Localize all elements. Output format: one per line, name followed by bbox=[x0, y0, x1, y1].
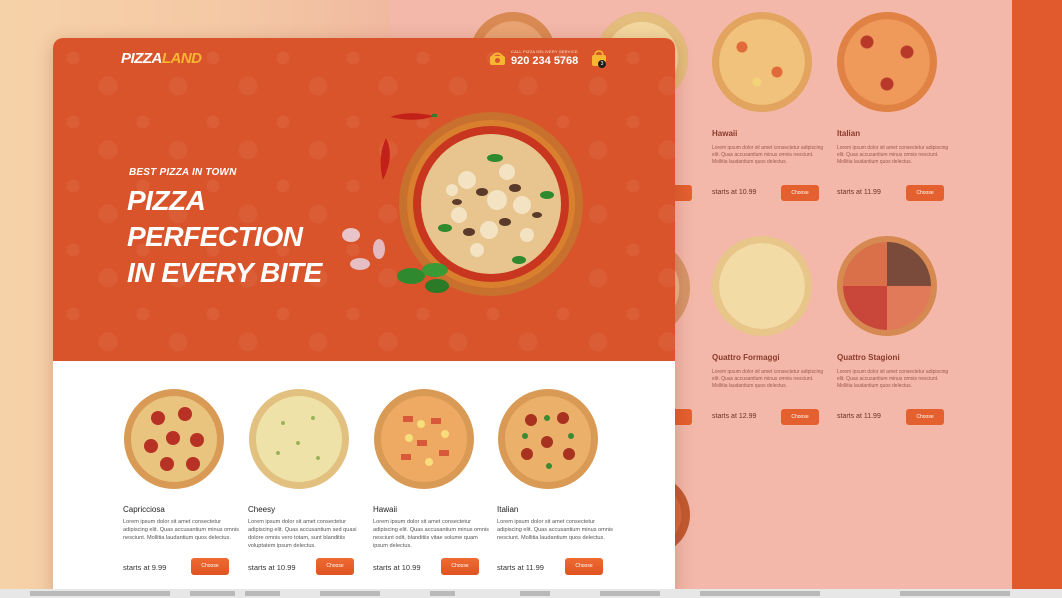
choose-button[interactable]: Choose bbox=[565, 558, 603, 575]
garlic-icon bbox=[373, 239, 385, 259]
choose-button[interactable]: Choose bbox=[316, 558, 354, 575]
product-price: starts at 11.99 bbox=[497, 563, 544, 572]
bg-product-price: starts at 11.99 bbox=[837, 413, 881, 420]
bg-product-name: Quattro Stagioni bbox=[837, 353, 900, 362]
landing-page-card: PIZZALAND CALL PIZZA DELIVERY SERVICE 92… bbox=[53, 38, 675, 598]
product-price: starts at 10.99 bbox=[248, 563, 296, 572]
bg-choose-button[interactable]: Choose bbox=[906, 409, 944, 425]
hero-title: PIZZA PERFECTION IN EVERY BITE bbox=[127, 183, 377, 291]
scrollbar-segment bbox=[245, 591, 280, 596]
bg-product-price: starts at 10.99 bbox=[712, 189, 757, 196]
logo[interactable]: PIZZALAND bbox=[121, 50, 202, 67]
scrollbar-segment bbox=[520, 591, 550, 596]
italian-pizza-icon bbox=[498, 389, 598, 489]
bg-product-card: Quattro Formaggi Lorem ipsum dolor sit a… bbox=[712, 236, 832, 425]
bg-product-desc: Lorem ipsum dolor sit amet consectetur a… bbox=[837, 369, 949, 389]
bg-product-name: Hawaii bbox=[712, 129, 738, 138]
quattro-formaggi-pizza-icon bbox=[712, 236, 812, 336]
product-desc: Lorem ipsum dolor sit amet consectetur a… bbox=[123, 519, 239, 541]
scrollbar-segment bbox=[600, 591, 660, 596]
product-name: Hawaii bbox=[373, 505, 398, 514]
logo-text-land: LAND bbox=[161, 50, 202, 67]
product-card: Italian Lorem ipsum dolor sit amet conse… bbox=[497, 388, 615, 575]
bg-product-price: starts at 11.99 bbox=[837, 189, 881, 196]
basil-leaf-icon bbox=[397, 263, 449, 293]
product-name: Cheesy bbox=[248, 505, 276, 514]
product-name: Capricciosa bbox=[123, 505, 165, 514]
bg-product-desc: Lorem ipsum dolor sit amet consectetur a… bbox=[712, 145, 824, 165]
product-card: Capricciosa Lorem ipsum dolor sit amet c… bbox=[123, 388, 241, 575]
bg-product-name: Quattro Formaggi bbox=[712, 353, 780, 362]
phone-number[interactable]: 920 234 5768 bbox=[511, 55, 578, 67]
garlic-icon bbox=[342, 228, 360, 242]
pepperoni-pizza-icon bbox=[124, 389, 224, 489]
hero-subtitle: BEST PIZZA IN TOWN bbox=[129, 167, 237, 178]
bg-choose-button[interactable]: Choose bbox=[906, 185, 944, 201]
choose-button[interactable]: Choose bbox=[441, 558, 479, 575]
bg-product-name: Italian bbox=[837, 129, 861, 138]
bg-product-price: starts at 12.99 bbox=[712, 413, 757, 420]
scrollbar-segment bbox=[900, 591, 1010, 596]
product-desc: Lorem ipsum dolor sit amet consectetur a… bbox=[248, 519, 357, 549]
hawaii-pizza-icon bbox=[374, 389, 474, 489]
product-desc: Lorem ipsum dolor sit amet consectetur a… bbox=[497, 519, 613, 541]
garlic-icon bbox=[350, 258, 370, 270]
quattro-stagioni-pizza-icon bbox=[837, 236, 937, 336]
choose-button[interactable]: Choose bbox=[191, 558, 229, 575]
bg-choose-button[interactable]: Choose bbox=[781, 409, 819, 425]
italian-pizza-icon bbox=[837, 12, 937, 112]
cheese-pizza-icon bbox=[249, 389, 349, 489]
logo-text-pizza: PIZZA bbox=[121, 50, 162, 67]
product-name: Italian bbox=[497, 505, 519, 514]
hawaii-pizza-icon bbox=[712, 12, 812, 112]
product-card: Cheesy Lorem ipsum dolor sit amet consec… bbox=[248, 388, 366, 575]
cart-count-badge: 3 bbox=[598, 60, 606, 68]
scrollbar-segment bbox=[190, 591, 235, 596]
scrollbar-segment bbox=[320, 591, 380, 596]
scrollbar-segment bbox=[700, 591, 820, 596]
bg-product-desc: Lorem ipsum dolor sit amet consectetur a… bbox=[712, 369, 824, 389]
phone-label: CALL PIZZA DELIVERY SERVICE bbox=[511, 49, 578, 54]
scrollbar-segment bbox=[30, 591, 170, 596]
scrollbar-segment bbox=[430, 591, 455, 596]
hero-title-line: PIZZA PERFECTION bbox=[127, 185, 303, 252]
bg-product-card: Quattro Stagioni Lorem ipsum dolor sit a… bbox=[837, 236, 957, 425]
product-card: Hawaii Lorem ipsum dolor sit amet consec… bbox=[373, 388, 491, 575]
product-price: starts at 9.99 bbox=[123, 563, 167, 572]
bg-choose-button[interactable]: Choose bbox=[781, 185, 819, 201]
bg-product-card: Italian Lorem ipsum dolor sit amet conse… bbox=[837, 12, 957, 201]
bg-product-card: Hawaii Lorem ipsum dolor sit amet consec… bbox=[712, 12, 832, 201]
chili-pepper-icon bbox=[390, 113, 437, 120]
product-desc: Lorem ipsum dolor sit amet consectetur a… bbox=[373, 519, 489, 549]
hero-section: PIZZALAND CALL PIZZA DELIVERY SERVICE 92… bbox=[53, 38, 675, 361]
background-accent-strip bbox=[1012, 0, 1062, 598]
bg-product-desc: Lorem ipsum dolor sit amet consectetur a… bbox=[837, 145, 949, 165]
product-price: starts at 10.99 bbox=[373, 563, 421, 572]
hero-title-line: IN EVERY BITE bbox=[127, 257, 322, 288]
chili-pepper-icon bbox=[380, 138, 390, 180]
phone-icon[interactable] bbox=[490, 52, 505, 65]
